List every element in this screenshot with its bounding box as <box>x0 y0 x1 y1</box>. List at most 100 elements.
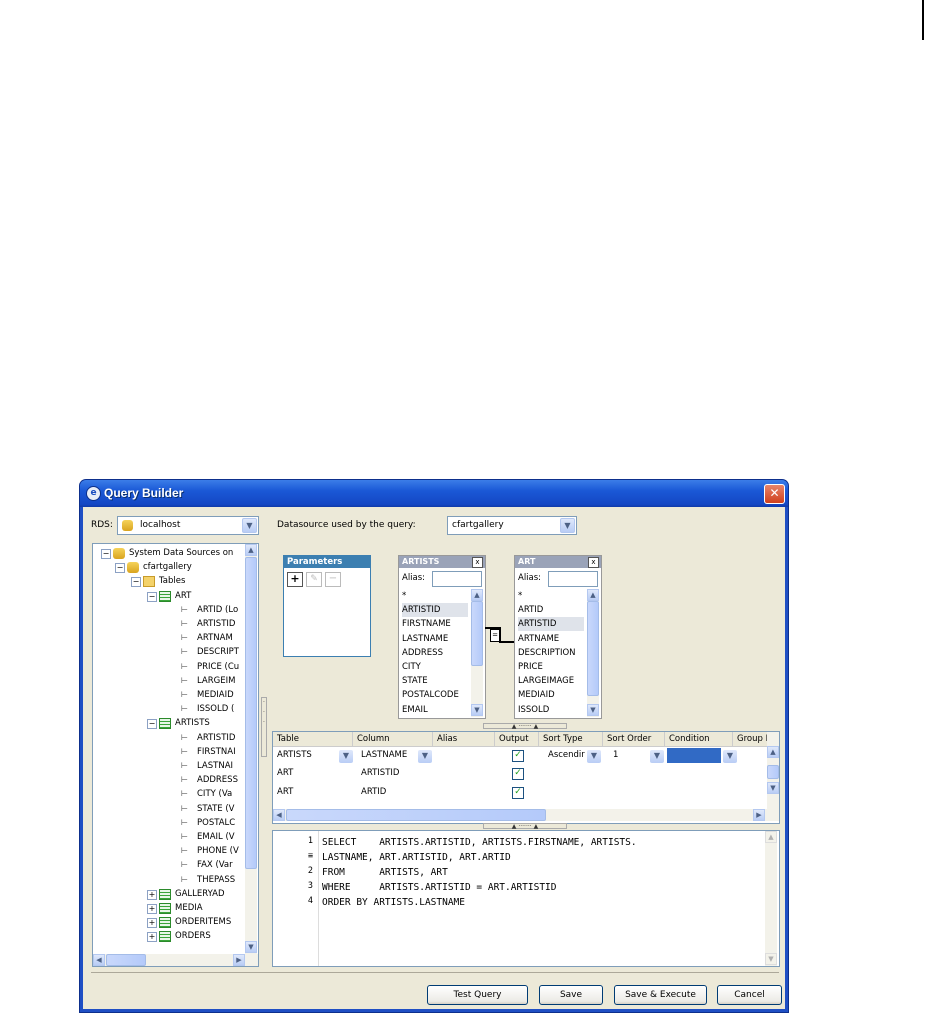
grid-cell-table[interactable]: ARTISTS <box>277 746 312 764</box>
tree-column-item[interactable]: ⊢ ARTID (Lo <box>93 603 245 617</box>
tree-column-item[interactable]: ⊢ THEPASS <box>93 873 245 887</box>
expand-toggle-icon[interactable]: − <box>101 549 111 559</box>
sql-line[interactable]: LASTNAME, ART.ARTISTID, ART.ARTID <box>322 850 511 865</box>
tree-table-art[interactable]: − ART <box>93 589 245 603</box>
chevron-down-icon[interactable]: ▼ <box>418 750 432 763</box>
sql-editor[interactable]: 1 ≡ 2 3 4 SELECT ARTISTS.ARTISTID, ARTIS… <box>272 830 780 967</box>
cancel-button[interactable]: Cancel <box>717 985 782 1005</box>
scroll-left-icon[interactable]: ◀ <box>273 809 285 821</box>
grid-scroll-thumb[interactable] <box>767 765 779 779</box>
tree-column-item[interactable]: ⊢ ADDRESS <box>93 773 245 787</box>
expand-toggle-icon[interactable]: − <box>131 577 141 588</box>
tree-column-item[interactable]: ⊢ LARGEIM <box>93 674 245 688</box>
expand-toggle-icon[interactable]: − <box>115 563 125 574</box>
condition-cell-selected[interactable] <box>667 748 721 763</box>
grid-cell-table[interactable]: ART <box>277 783 293 801</box>
sql-line[interactable]: SELECT ARTISTS.ARTISTID, ARTISTS.FIRSTNA… <box>322 835 637 850</box>
grid-cell-sort-type[interactable]: Ascendir <box>548 746 585 764</box>
expand-toggle-icon[interactable]: − <box>147 719 157 730</box>
tree-column-item[interactable]: ⊢ ISSOLD ( <box>93 702 245 716</box>
field-item[interactable]: ARTID <box>518 603 543 617</box>
tree-column-item[interactable]: ⊢ LASTNAI <box>93 759 245 773</box>
close-button[interactable]: ✕ <box>764 484 785 504</box>
tree-column-item[interactable]: ⊢ PRICE (Cu <box>93 660 245 674</box>
scroll-up-icon[interactable]: ▲ <box>765 831 777 843</box>
output-checkbox[interactable]: ✓ <box>512 750 524 762</box>
chevron-down-icon[interactable]: ▼ <box>587 750 601 763</box>
field-item[interactable]: ARTNAME <box>518 632 559 646</box>
tree-column-item[interactable]: ⊢ STATE (V <box>93 802 245 816</box>
remove-parameter-button[interactable]: − <box>325 572 341 587</box>
field-item[interactable]: * <box>402 589 406 603</box>
output-checkbox[interactable]: ✓ <box>512 768 524 780</box>
expand-toggle-icon[interactable]: + <box>147 904 157 914</box>
field-item[interactable]: ARTISTID <box>402 603 468 618</box>
grid-column-header[interactable]: Sort Order <box>603 732 665 746</box>
grid-column-header[interactable]: Condition <box>665 732 733 746</box>
tree-tables-folder[interactable]: − Tables <box>93 574 245 588</box>
tree-column-item[interactable]: ⊢ POSTALC <box>93 816 245 830</box>
tree-column-item[interactable]: ⊢ ARTISTID <box>93 617 245 631</box>
grid-cell-sort-order[interactable]: 1 <box>613 746 618 764</box>
field-item[interactable]: CITY <box>402 660 421 674</box>
grid-cell-column[interactable]: ARTISTID <box>361 764 399 782</box>
scroll-left-icon[interactable]: ◀ <box>93 954 105 966</box>
grid-cell-table[interactable]: ART <box>277 764 293 782</box>
scroll-right-icon[interactable]: ▶ <box>753 809 765 821</box>
tree-table-item[interactable]: + ORDERITEMS <box>93 915 245 929</box>
sql-line[interactable]: WHERE ARTISTS.ARTISTID = ART.ARTISTID <box>322 880 557 895</box>
art-field-list[interactable]: * ARTID ARTISTID ARTNAME DESCRIPTION PRICE LAR… <box>515 589 587 717</box>
tree-root[interactable]: − System Data Sources on <box>93 546 245 560</box>
tree-hscroll-thumb[interactable] <box>106 954 146 966</box>
tree-column-item[interactable]: ⊢ CITY (Va <box>93 787 245 801</box>
tree-scroll-thumb[interactable] <box>245 557 257 869</box>
field-item[interactable]: EMAIL <box>402 703 428 717</box>
edit-parameter-button[interactable]: ✎ <box>306 572 322 587</box>
save-button[interactable]: Save <box>539 985 603 1005</box>
scroll-right-icon[interactable]: ▶ <box>233 954 245 966</box>
field-item[interactable]: MEDIAID <box>518 688 555 702</box>
scroll-up-icon[interactable]: ▲ <box>245 544 257 556</box>
tree-column-item[interactable]: ⊢ EMAIL (V <box>93 830 245 844</box>
save-execute-button[interactable]: Save & Execute <box>614 985 707 1005</box>
field-item[interactable]: STATE <box>402 674 428 688</box>
tree-column-item[interactable]: ⊢ MEDIAID <box>93 688 245 702</box>
test-query-button[interactable]: Test Query <box>427 985 528 1005</box>
close-icon[interactable]: x <box>588 557 599 568</box>
field-item[interactable]: ADDRESS <box>402 646 443 660</box>
tree-column-item[interactable]: ⊢ FAX (Var <box>93 858 245 872</box>
add-parameter-button[interactable]: + <box>287 572 303 587</box>
expand-toggle-icon[interactable]: + <box>147 918 157 929</box>
vertical-splitter[interactable]: · · · <box>261 697 267 757</box>
scroll-up-icon[interactable]: ▲ <box>587 589 599 601</box>
chevron-down-icon[interactable]: ▼ <box>723 750 737 763</box>
chevron-down-icon[interactable]: ▼ <box>339 750 353 763</box>
sql-vscroll[interactable]: ▲ ▼ <box>765 831 777 966</box>
artists-scroll-thumb[interactable] <box>471 601 483 666</box>
tree-column-item[interactable]: ⊢ ARTISTID <box>93 731 245 745</box>
scroll-down-icon[interactable]: ▼ <box>245 941 257 953</box>
field-item[interactable]: PRICE <box>518 660 543 674</box>
grid-column-header[interactable]: Alias <box>433 732 495 746</box>
grid-hscroll[interactable]: ◀ ▶ <box>273 809 779 821</box>
scroll-down-icon[interactable]: ▼ <box>587 704 599 716</box>
output-checkbox[interactable]: ✓ <box>512 787 524 799</box>
close-icon[interactable]: x <box>472 557 483 568</box>
art-table-box[interactable]: ART x Alias: * ARTID ARTISTID ARTNAME DESCRI… <box>514 555 602 719</box>
scroll-down-icon[interactable]: ▼ <box>471 704 483 716</box>
tree-table-artists[interactable]: − ARTISTS <box>93 716 245 730</box>
horizontal-splitter-bottom[interactable]: ▲ ······· ▲ <box>483 823 567 830</box>
grid-column-header[interactable]: Column <box>353 732 433 746</box>
artists-field-list[interactable]: * ARTISTID FIRSTNAME LASTNAME ADDRESS CITY STA… <box>399 589 471 717</box>
grid-column-header[interactable]: Output <box>495 732 539 746</box>
scroll-down-icon[interactable]: ▼ <box>765 953 777 965</box>
tree-vscroll[interactable]: ▲ ▼ <box>245 544 257 954</box>
grid-cell-column[interactable]: LASTNAME <box>361 746 407 764</box>
join-operator[interactable]: = <box>490 629 500 642</box>
chevron-down-icon[interactable]: ▼ <box>650 750 664 763</box>
grid-cell-column[interactable]: ARTID <box>361 783 386 801</box>
datasource-select[interactable]: cfartgallery ▼ <box>447 516 577 535</box>
art-alias-input[interactable] <box>548 571 598 587</box>
tree-column-item[interactable]: ⊢ ARTNAM <box>93 631 245 645</box>
chevron-down-icon[interactable]: ▼ <box>560 518 575 533</box>
